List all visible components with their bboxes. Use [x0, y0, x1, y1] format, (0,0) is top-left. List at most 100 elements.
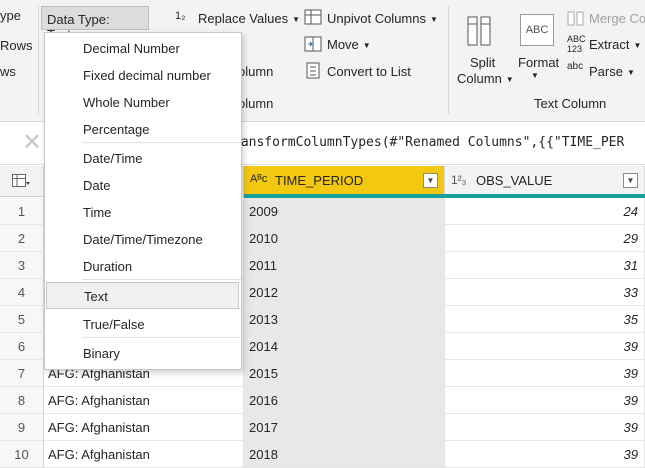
move-label: Move	[327, 37, 359, 52]
row-number[interactable]: 2	[0, 225, 44, 252]
table-cell-time-period[interactable]: 2010	[244, 225, 445, 252]
ribbon-divider	[448, 6, 449, 114]
parse-label: Parse	[589, 64, 623, 79]
column-fragment[interactable]: olumn	[238, 64, 273, 79]
split-column-button[interactable]: Column ▼	[457, 71, 514, 86]
close-icon[interactable]: ✕	[22, 128, 42, 157]
table-cell-obs-value[interactable]: 29	[445, 225, 645, 252]
chevron-down-icon[interactable]: ▼	[531, 71, 539, 80]
data-type-button[interactable]: Data Type: Text▼	[41, 6, 149, 42]
row-number[interactable]: 10	[0, 441, 44, 468]
chevron-down-icon: ▼	[292, 15, 301, 25]
menu-item-time[interactable]: Time	[45, 199, 241, 226]
convert-to-list-button[interactable]: Convert to List	[327, 64, 411, 79]
text-type-icon[interactable]: Aᴮᴄ	[250, 173, 267, 185]
chevron-down-icon: ▼	[430, 15, 438, 25]
menu-item-text[interactable]: Text	[46, 282, 239, 309]
table-cell-obs-value[interactable]: 31	[445, 252, 645, 279]
chevron-down-icon: ▼	[633, 41, 642, 51]
column-header-time-period[interactable]: Aᴮᴄ TIME_PERIOD ▼	[244, 166, 445, 196]
menu-item-date-time[interactable]: Date/Time	[45, 145, 241, 172]
text-column-group-label: Text Column	[534, 96, 607, 111]
table-icon	[12, 174, 30, 187]
split-column-label-2: Column	[457, 71, 502, 86]
formula-text[interactable]: ransformColumnTypes(#"Renamed Columns",{…	[233, 135, 624, 150]
table-cell-time-period[interactable]: 2012	[244, 279, 445, 306]
table-cell-obs-value[interactable]: 39	[445, 441, 645, 468]
table-cell-time-period[interactable]: 2011	[244, 252, 445, 279]
move-button[interactable]: Move ▼	[327, 37, 371, 52]
chevron-down-icon: ▼	[362, 41, 371, 51]
merge-columns-button[interactable]: Merge Co	[589, 11, 645, 26]
extract-label: Extract	[589, 37, 630, 52]
ribbon-ws-fragment[interactable]: ws	[0, 64, 16, 79]
extract-button[interactable]: Extract ▼	[589, 37, 641, 52]
filter-dropdown-icon[interactable]: ▼	[623, 173, 638, 188]
data-type-menu: Decimal Number Fixed decimal number Whole …	[44, 32, 242, 370]
column-header-obs-value[interactable]: 1²₃ OBS_VALUE ▼	[445, 166, 645, 196]
menu-item-true-false[interactable]: True/False	[45, 311, 241, 338]
unpivot-icon	[304, 9, 322, 25]
column-name: OBS_VALUE	[476, 173, 553, 188]
row-number[interactable]: 6	[0, 333, 44, 360]
chevron-down-icon: ▼	[626, 68, 635, 78]
table-cell-time-period[interactable]: 2014	[244, 333, 445, 360]
row-number[interactable]: 9	[0, 414, 44, 441]
table-cell-obs-value[interactable]: 39	[445, 414, 645, 441]
unpivot-columns-label: Unpivot Columns	[327, 11, 426, 26]
column-group-fragment: olumn	[238, 96, 274, 111]
table-cell-obs-value[interactable]: 39	[445, 360, 645, 387]
split-column-icon	[467, 16, 491, 46]
table-cell-obs-value[interactable]: 39	[445, 333, 645, 360]
table-cell-country[interactable]: AFG: Afghanistan	[44, 414, 244, 441]
table-cell-time-period[interactable]: 2013	[244, 306, 445, 333]
replace-values-icon: 1₂	[175, 10, 186, 22]
table-menu-button[interactable]	[0, 166, 44, 196]
ribbon-divider	[38, 6, 39, 114]
ribbon-type-fragment: ype	[0, 8, 21, 23]
replace-values-label: Replace Values	[198, 11, 289, 26]
merge-columns-icon	[567, 11, 584, 26]
table-cell-country[interactable]: AFG: Afghanistan	[44, 387, 244, 414]
split-column-label-1[interactable]: Split	[470, 55, 495, 70]
parse-icon: abc	[567, 61, 584, 72]
format-icon: ABC	[520, 14, 554, 46]
parse-button[interactable]: Parse ▼	[589, 64, 635, 79]
column-name: TIME_PERIOD	[275, 173, 364, 188]
menu-item-whole-number[interactable]: Whole Number	[45, 89, 241, 116]
row-number[interactable]: 4	[0, 279, 44, 306]
unpivot-columns-button[interactable]: Unpivot Columns ▼	[327, 11, 438, 26]
row-number[interactable]: 5	[0, 306, 44, 333]
table-cell-time-period[interactable]: 2009	[244, 198, 445, 225]
menu-item-date-time-timezone[interactable]: Date/Time/Timezone	[45, 226, 241, 253]
menu-item-date[interactable]: Date	[45, 172, 241, 199]
filter-dropdown-icon[interactable]: ▼	[423, 173, 438, 188]
number-type-icon[interactable]: 1²₃	[451, 173, 467, 187]
format-icon-text: ABC	[525, 24, 549, 36]
table-cell-time-period[interactable]: 2015	[244, 360, 445, 387]
replace-values-button[interactable]: Replace Values ▼	[198, 11, 300, 26]
convert-to-list-icon	[306, 62, 320, 79]
move-icon	[304, 36, 322, 52]
table-cell-time-period[interactable]: 2017	[244, 414, 445, 441]
table-cell-obs-value[interactable]: 33	[445, 279, 645, 306]
menu-item-percentage[interactable]: Percentage	[45, 116, 241, 143]
table-cell-time-period[interactable]: 2016	[244, 387, 445, 414]
menu-item-duration[interactable]: Duration	[45, 253, 241, 280]
table-cell-time-period[interactable]: 2018	[244, 441, 445, 468]
row-number[interactable]: 8	[0, 387, 44, 414]
row-number[interactable]: 3	[0, 252, 44, 279]
table-cell-obs-value[interactable]: 35	[445, 306, 645, 333]
row-number[interactable]: 1	[0, 198, 44, 225]
ribbon-rows-fragment[interactable]: Rows	[0, 38, 33, 53]
chevron-down-icon: ▼	[505, 75, 514, 85]
menu-item-decimal-number[interactable]: Decimal Number	[45, 35, 241, 62]
menu-item-fixed-decimal-number[interactable]: Fixed decimal number	[45, 62, 241, 89]
table-cell-country[interactable]: AFG: Afghanistan	[44, 441, 244, 468]
table-cell-obs-value[interactable]: 24	[445, 198, 645, 225]
menu-item-binary[interactable]: Binary	[45, 340, 241, 367]
format-label[interactable]: Format	[518, 55, 559, 70]
extract-icon: ABC 123	[567, 34, 586, 54]
table-cell-obs-value[interactable]: 39	[445, 387, 645, 414]
row-number[interactable]: 7	[0, 360, 44, 387]
